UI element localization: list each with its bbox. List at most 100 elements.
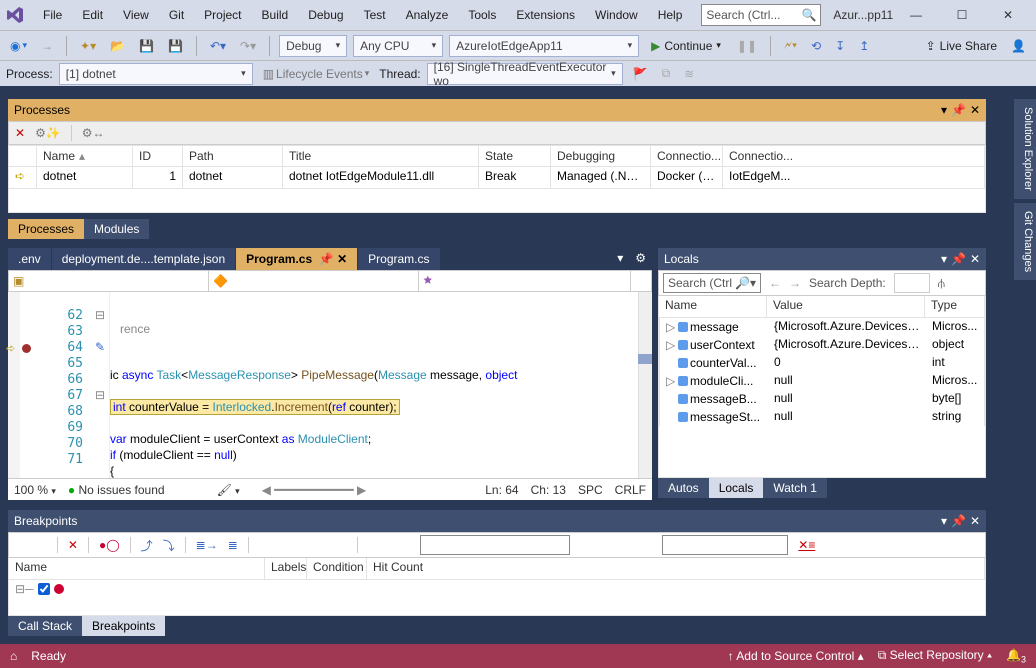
step-into-icon[interactable]: ↧ (831, 37, 849, 55)
thread-icon[interactable]: ≋ (680, 65, 698, 83)
undo-icon[interactable]: ↶▾ (206, 37, 230, 55)
notifications-icon[interactable]: 🔔3 (1006, 648, 1026, 664)
menu-tools[interactable]: Tools (459, 4, 505, 26)
process-dropdown[interactable]: [1] dotnet▾ (59, 63, 253, 85)
locals-row[interactable]: messageB...nullbyte[] (659, 390, 985, 408)
output-icon[interactable]: ⌂ (10, 649, 17, 663)
new-project-icon[interactable]: ✦▾ (76, 37, 100, 55)
scrollbar-vertical[interactable] (638, 292, 652, 478)
account-icon[interactable]: 👤 (1007, 37, 1030, 55)
locals-row[interactable]: ▷ message{Microsoft.Azure.Devices.Cl...M… (659, 318, 985, 336)
code-editor[interactable]: ➪ 62⊟6364✎656667⊟68697071 rence ic async… (8, 292, 652, 478)
detach-process-icon[interactable]: ⚙↔ (82, 126, 105, 140)
open-icon[interactable]: 📂 (106, 37, 129, 55)
menu-git[interactable]: Git (160, 4, 193, 26)
pin-icon[interactable]: 📌 (951, 514, 966, 528)
menu-help[interactable]: Help (649, 4, 692, 26)
import-icon[interactable]: ⤵ (163, 537, 175, 554)
platform-dropdown[interactable]: Any CPU▾ (353, 35, 443, 57)
redo-icon[interactable]: ↷▾ (236, 37, 260, 55)
locals-row[interactable]: messageSt...nullstring (659, 408, 985, 426)
select-repository-button[interactable]: ⧉ Select Repository ▴ (878, 648, 992, 663)
enable-all-icon[interactable]: ●◯ (99, 538, 120, 552)
close-panel-icon[interactable]: ✕ (970, 103, 980, 117)
show-columns-button[interactable]: Show Columns ▾ (259, 538, 348, 552)
go-to-disasm-icon[interactable]: ≣ (228, 538, 238, 552)
menu-build[interactable]: Build (253, 4, 298, 26)
go-to-source-icon[interactable]: ≣→ (196, 538, 218, 552)
flag-icon[interactable]: 🚩 (629, 65, 652, 83)
close-icon[interactable]: ✕ (994, 5, 1022, 25)
nav-method[interactable]: 🟊PipeMessage(Message message,▾ (419, 271, 631, 291)
tab-processes[interactable]: Processes (8, 219, 84, 239)
settings-gear-icon[interactable]: ⚙ (629, 248, 652, 270)
locals-search-input[interactable]: Search (Ctrl🔎▾ (663, 273, 761, 293)
file-tab[interactable]: .env (8, 248, 51, 270)
delete-process-icon[interactable]: ✕ (15, 126, 25, 140)
bp-in-column-dropdown[interactable]: All visible▾ (662, 535, 788, 555)
search-input[interactable]: Search (Ctrl... 🔍 (701, 4, 821, 26)
close-panel-icon[interactable]: ✕ (970, 252, 980, 266)
tab-solution-explorer[interactable]: Solution Explorer (1014, 99, 1036, 199)
attach-process-icon[interactable]: ⚙✨ (35, 126, 61, 140)
nav-project[interactable]: ▣ IotEdgeModule2▾ (9, 271, 209, 291)
tab-watch1[interactable]: Watch 1 (763, 478, 827, 498)
screwdriver-icon[interactable]: 🖌 ▾ (217, 483, 240, 497)
menu-extensions[interactable]: Extensions (507, 4, 584, 26)
step-over-icon[interactable]: ⟲ (807, 37, 825, 55)
tab-locals[interactable]: Locals (709, 478, 764, 498)
menu-test[interactable]: Test (355, 4, 395, 26)
tab-modules[interactable]: Modules (84, 219, 149, 239)
save-icon[interactable]: 💾 (135, 37, 158, 55)
export-icon[interactable]: ⤴ (141, 537, 153, 554)
file-tab[interactable]: Program.cs (358, 248, 439, 270)
thread-dropdown[interactable]: [16] SingleThreadEventExecutor wo▾ (427, 63, 623, 85)
breakpoint-checkbox[interactable] (38, 583, 50, 595)
tab-git-changes[interactable]: Git Changes (1014, 203, 1036, 280)
breakpoint-row[interactable]: ⊟─ Program.cs, line 64 character 13 brea… (15, 582, 979, 596)
back-button[interactable]: ◉ ▾ (6, 37, 31, 55)
menu-edit[interactable]: Edit (73, 4, 112, 26)
menu-file[interactable]: File (34, 4, 71, 26)
search-depth-input[interactable]: ▾ (894, 273, 930, 293)
search-prev-icon[interactable]: ← (769, 276, 781, 290)
startup-dropdown[interactable]: AzureIotEdgeApp11▾ (449, 35, 639, 57)
minimize-icon[interactable]: — (902, 5, 930, 25)
config-dropdown[interactable]: Debug▾ (279, 35, 347, 57)
pin-icon[interactable]: 📌 (951, 252, 966, 266)
locals-row[interactable]: ▷ userContext{Microsoft.Azure.Devices.Cl… (659, 336, 985, 354)
maximize-icon[interactable]: ☐ (948, 5, 976, 25)
zoom-level[interactable]: 100 % ▾ (14, 483, 56, 497)
add-source-control-button[interactable]: ↑ Add to Source Control ▴ (728, 649, 864, 663)
stack-frame-icon[interactable]: ⧉ (658, 64, 675, 83)
save-all-icon[interactable]: 💾 (164, 37, 187, 55)
delete-breakpoint-icon[interactable]: ✕ (68, 538, 78, 552)
dropdown-icon[interactable]: ▾ (941, 252, 947, 266)
tab-breakpoints[interactable]: Breakpoints (82, 616, 165, 636)
search-next-icon[interactable]: → (789, 276, 801, 290)
menu-view[interactable]: View (114, 4, 158, 26)
locals-row[interactable]: counterVal...0int (659, 354, 985, 372)
pin-icon[interactable]: 📌 (951, 103, 966, 117)
menu-analyze[interactable]: Analyze (397, 4, 458, 26)
step-out-icon[interactable]: ↥ (855, 37, 873, 55)
file-tab[interactable]: Program.cs 📌 ✕ (236, 248, 357, 270)
new-breakpoint-button[interactable]: New ▾ (15, 538, 47, 552)
menu-project[interactable]: Project (195, 4, 250, 26)
dropdown-icon[interactable]: ▾ (941, 103, 947, 117)
break-all-icon[interactable]: ❚❚ (733, 37, 761, 55)
hot-reload-icon[interactable]: 🗲▾ (780, 36, 801, 55)
close-panel-icon[interactable]: ✕ (970, 514, 980, 528)
locals-row[interactable]: ▷ moduleCli...nullMicros... (659, 372, 985, 390)
nav-class[interactable]: 🔶 IotEdgeModule2.Program▾ (209, 271, 419, 291)
bp-search-input[interactable] (420, 535, 570, 555)
tab-autos[interactable]: Autos (658, 478, 709, 498)
file-tab[interactable]: deployment.de....template.json (52, 248, 235, 270)
preview-toggle-icon[interactable]: ▾ (611, 248, 629, 270)
split-icon[interactable]: ⇆ (631, 271, 651, 291)
dropdown-icon[interactable]: ▾ (941, 514, 947, 528)
forward-button[interactable]: → (37, 37, 57, 55)
continue-button[interactable]: ▶Continue▾ (645, 39, 727, 53)
process-row-item[interactable]: ➪ dotnet 1 dotnet dotnet IotEdgeModule11… (8, 167, 986, 189)
lifecycle-events-button[interactable]: ▥ Lifecycle Events ▾ (259, 65, 374, 83)
